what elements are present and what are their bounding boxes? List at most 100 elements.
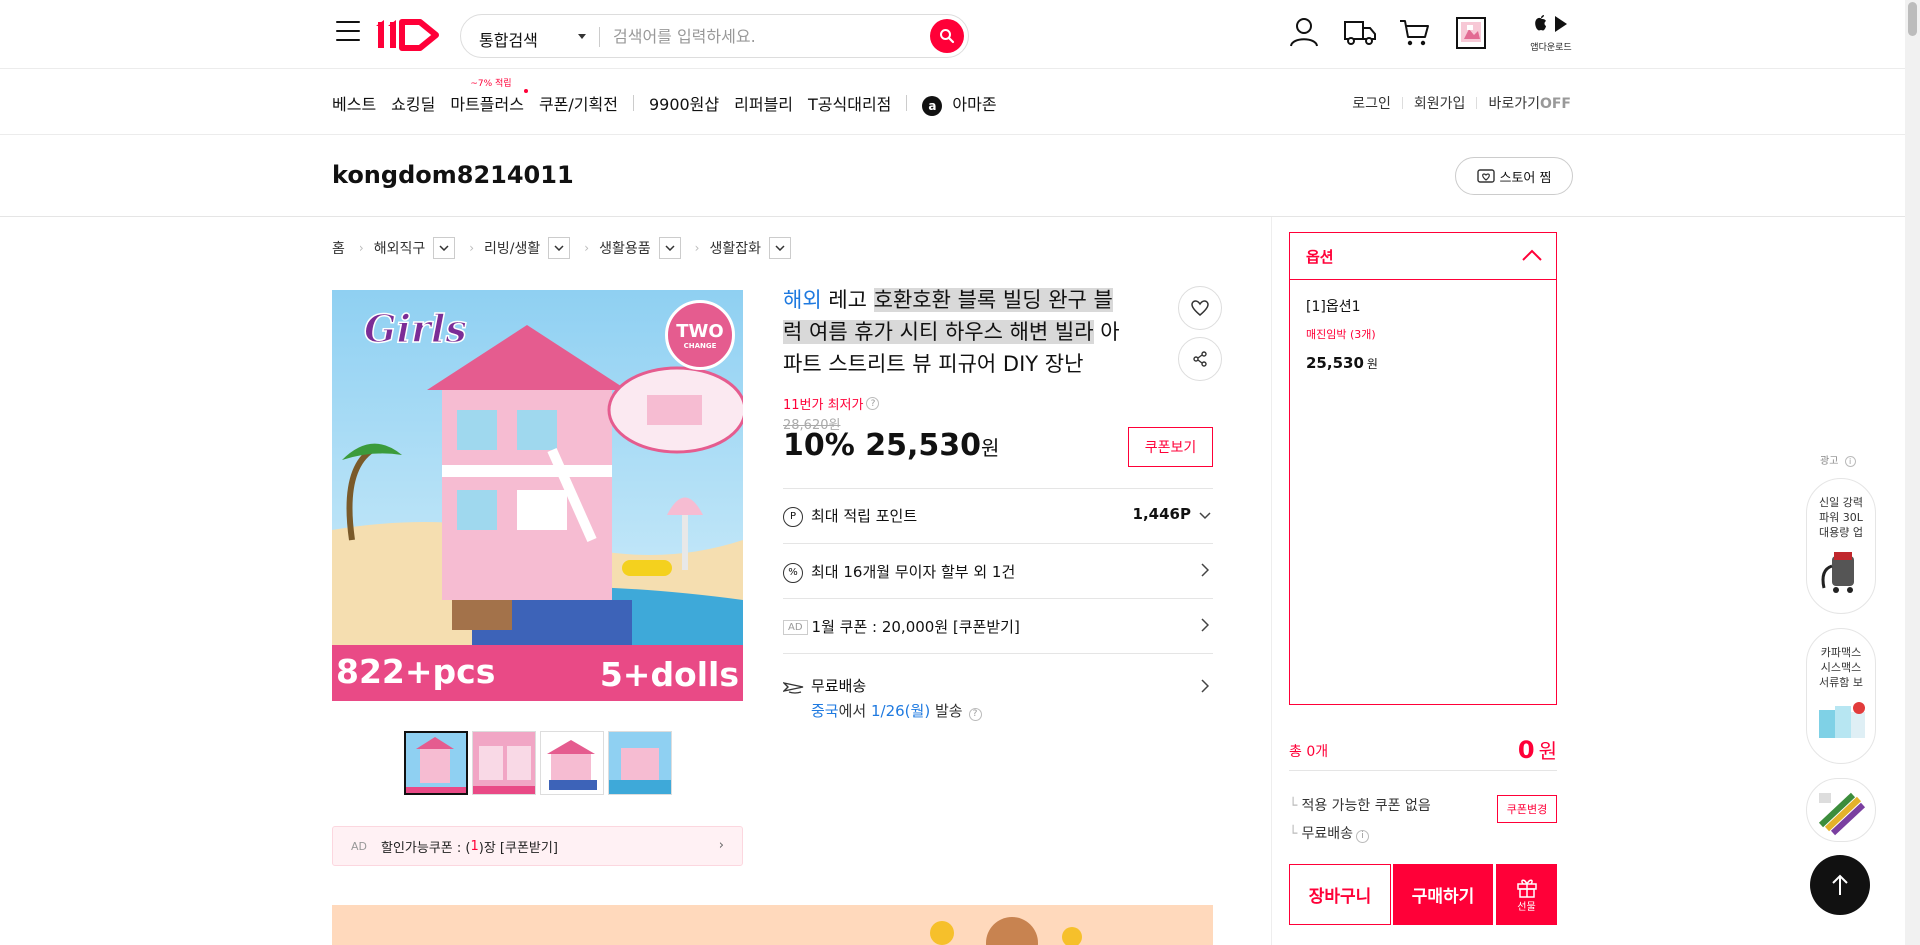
search-category-select[interactable]: 통합검색 (479, 27, 538, 51)
breadcrumb: 홈 › 해외직구 › 리빙/생활 › 생활용품 › 생활잡화 (332, 237, 791, 259)
option-stock-note: 매진임박 (3개) (1306, 328, 1376, 341)
user-icon[interactable] (1289, 16, 1319, 48)
gnb-item-refurbly[interactable]: 리퍼블리 (734, 91, 793, 115)
search-input[interactable] (613, 21, 903, 51)
change-badge-text: CHANGE (683, 341, 717, 350)
add-to-cart-button[interactable]: 장바구니 (1289, 864, 1391, 925)
11st-logo[interactable] (376, 14, 448, 54)
currency-won: 원 (981, 436, 1000, 460)
discount-rate: 10% (783, 428, 855, 463)
lowest-price-text: 11번가 최저가 (783, 398, 864, 413)
chevron-right-icon: › (469, 241, 475, 255)
breadcrumb-dropdown[interactable] (658, 237, 681, 259)
option-panel-header[interactable]: 옵션 (1290, 233, 1556, 280)
gnb-item-shocking-deal[interactable]: 쇼킹딜 (391, 91, 435, 115)
scrollbar-thumb[interactable] (1908, 2, 1917, 36)
overseas-tag: 해외 (783, 288, 822, 312)
girls-logo: Girls (363, 305, 467, 352)
search-button[interactable] (930, 19, 964, 53)
store-heart-icon (1476, 169, 1495, 183)
breadcrumb-dropdown[interactable] (433, 237, 456, 259)
cart-icon[interactable] (1399, 19, 1431, 47)
breadcrumb-dropdown[interactable] (548, 237, 571, 259)
store-zzim-button[interactable]: 스토어 찜 (1455, 157, 1573, 195)
thumbnail-1[interactable] (404, 731, 468, 795)
percent-icon: % (783, 562, 803, 583)
thumbnail-3[interactable] (540, 731, 604, 795)
info-icon[interactable]: i (1844, 456, 1856, 467)
shortcut-toggle[interactable]: 바로가기OFF (1488, 93, 1571, 113)
shipping-row[interactable]: 무료배송 중국에서 1/26(월) 발송? (781, 653, 1213, 733)
two-change-badge: TWO CHANGE (665, 300, 735, 370)
product-main-image[interactable]: Girls TWO CHANGE 822+pcs 5+dolls (332, 290, 743, 701)
installment-row[interactable]: % 최대 16개월 무이자 할부 외 1건 (783, 543, 1213, 598)
gnb-item-t-official[interactable]: T공식대리점 (808, 91, 891, 115)
breadcrumb-item: 리빙/생활 (484, 237, 571, 259)
thumbnail-4[interactable] (608, 731, 672, 795)
no-coupon-text: 적용 가능한 쿠폰 없음 (1301, 798, 1431, 814)
login-link[interactable]: 로그인 (1352, 93, 1391, 113)
apple-playstore-icon (1535, 15, 1567, 32)
caret-down-icon[interactable] (578, 34, 586, 39)
delivery-truck-icon[interactable] (1343, 19, 1377, 47)
points-row[interactable]: P 최대 적립 포인트 1,446P (783, 488, 1213, 543)
breadcrumb-label[interactable]: 생활용품 (599, 238, 651, 258)
amazon-icon: a (922, 95, 943, 116)
gnb-divider (632, 95, 634, 111)
breadcrumb-label[interactable]: 생활잡화 (709, 238, 761, 258)
signup-link[interactable]: 회원가입 (1414, 93, 1466, 113)
breadcrumb-dropdown[interactable] (768, 237, 791, 259)
menu-hamburger-icon[interactable] (336, 21, 360, 43)
promo-banner[interactable] (332, 905, 1213, 945)
chevron-right-icon (1201, 563, 1209, 577)
gnb-item-coupon[interactable]: 쿠폰/기획전 (539, 91, 618, 115)
coupon-change-button[interactable]: 쿠폰변경 (1497, 795, 1557, 823)
ad-card-2[interactable]: 카파맥스 시스맥스 서류함 보 (1806, 628, 1876, 764)
chevron-right-icon: › (694, 241, 700, 255)
ship-date: 1/26(월) (870, 702, 931, 720)
file-box-product-image (1819, 702, 1865, 738)
scroll-to-top-button[interactable] (1810, 855, 1870, 915)
option-name: [1]옵션1 (1306, 299, 1361, 315)
gnb-menu: 베스트 쇼킹딜 ~7% 적립 마트플러스 쿠폰/기획전 9900원샵 리퍼블리 … (332, 79, 1012, 116)
seller-name[interactable]: kongdom8214011 (332, 161, 574, 189)
thumbnail-2[interactable] (472, 731, 536, 795)
breadcrumb-label[interactable]: 해외직구 (374, 238, 426, 258)
gift-button[interactable]: 선물 (1496, 864, 1557, 925)
app-download[interactable]: 앱다운로드 (1528, 14, 1574, 53)
ad-card-1[interactable]: 신일 강력 파워 30L 대용량 업 (1806, 478, 1876, 614)
breadcrumb-home[interactable]: 홈 (332, 238, 345, 258)
gnb-item-9900[interactable]: 9900원샵 (649, 91, 719, 115)
buy-now-button[interactable]: 구매하기 (1393, 864, 1493, 925)
page-scrollbar[interactable] (1905, 0, 1920, 945)
option-panel-title: 옵션 (1306, 247, 1334, 266)
ad-card-3[interactable] (1806, 778, 1876, 842)
currency-won: 원 (1366, 357, 1378, 371)
heart-icon (1191, 300, 1209, 316)
option-list-item[interactable]: [1]옵션1 매진임박 (3개) 25,530 원 (1290, 280, 1556, 388)
gift-label: 선물 (1517, 902, 1536, 913)
breadcrumb-label[interactable]: 리빙/생활 (484, 238, 540, 258)
coupon-view-button[interactable]: 쿠폰보기 (1128, 427, 1213, 467)
option-panel: 옵션 [1]옵션1 매진임박 (3개) 25,530 원 (1289, 232, 1557, 705)
arrow-up-icon (1832, 874, 1848, 895)
corner-mark: └ (1289, 826, 1298, 842)
month-coupon-row[interactable]: AD 1월 쿠폰 : 20,000원 [쿠폰받기] (783, 598, 1213, 653)
gnb-item-mart-plus[interactable]: ~7% 적립 마트플러스 (450, 79, 528, 115)
gnb-item-amazon[interactable]: a 아마존 (922, 91, 997, 116)
search-divider (599, 27, 600, 47)
vacuum-product-image (1821, 552, 1854, 593)
help-icon[interactable]: ? (866, 397, 880, 410)
share-button[interactable] (1178, 337, 1222, 381)
gnb-item-best[interactable]: 베스트 (332, 91, 376, 115)
search-box: 통합검색 (460, 14, 969, 58)
sidebar-divider (1271, 217, 1272, 945)
recent-viewed-icon[interactable] (1456, 17, 1486, 49)
shipping-detail: 중국에서 1/26(월) 발송? (811, 700, 1213, 721)
help-icon[interactable]: ? (968, 707, 982, 721)
info-icon[interactable]: i (1355, 829, 1369, 843)
wishlist-button[interactable] (1178, 286, 1222, 330)
shipping-status: └ 무료배송 i (1289, 823, 1369, 843)
discount-coupon-strip[interactable]: AD 할인가능쿠폰 : (1)장 [쿠폰받기] › (332, 826, 743, 866)
ad-tag: AD (783, 620, 808, 635)
